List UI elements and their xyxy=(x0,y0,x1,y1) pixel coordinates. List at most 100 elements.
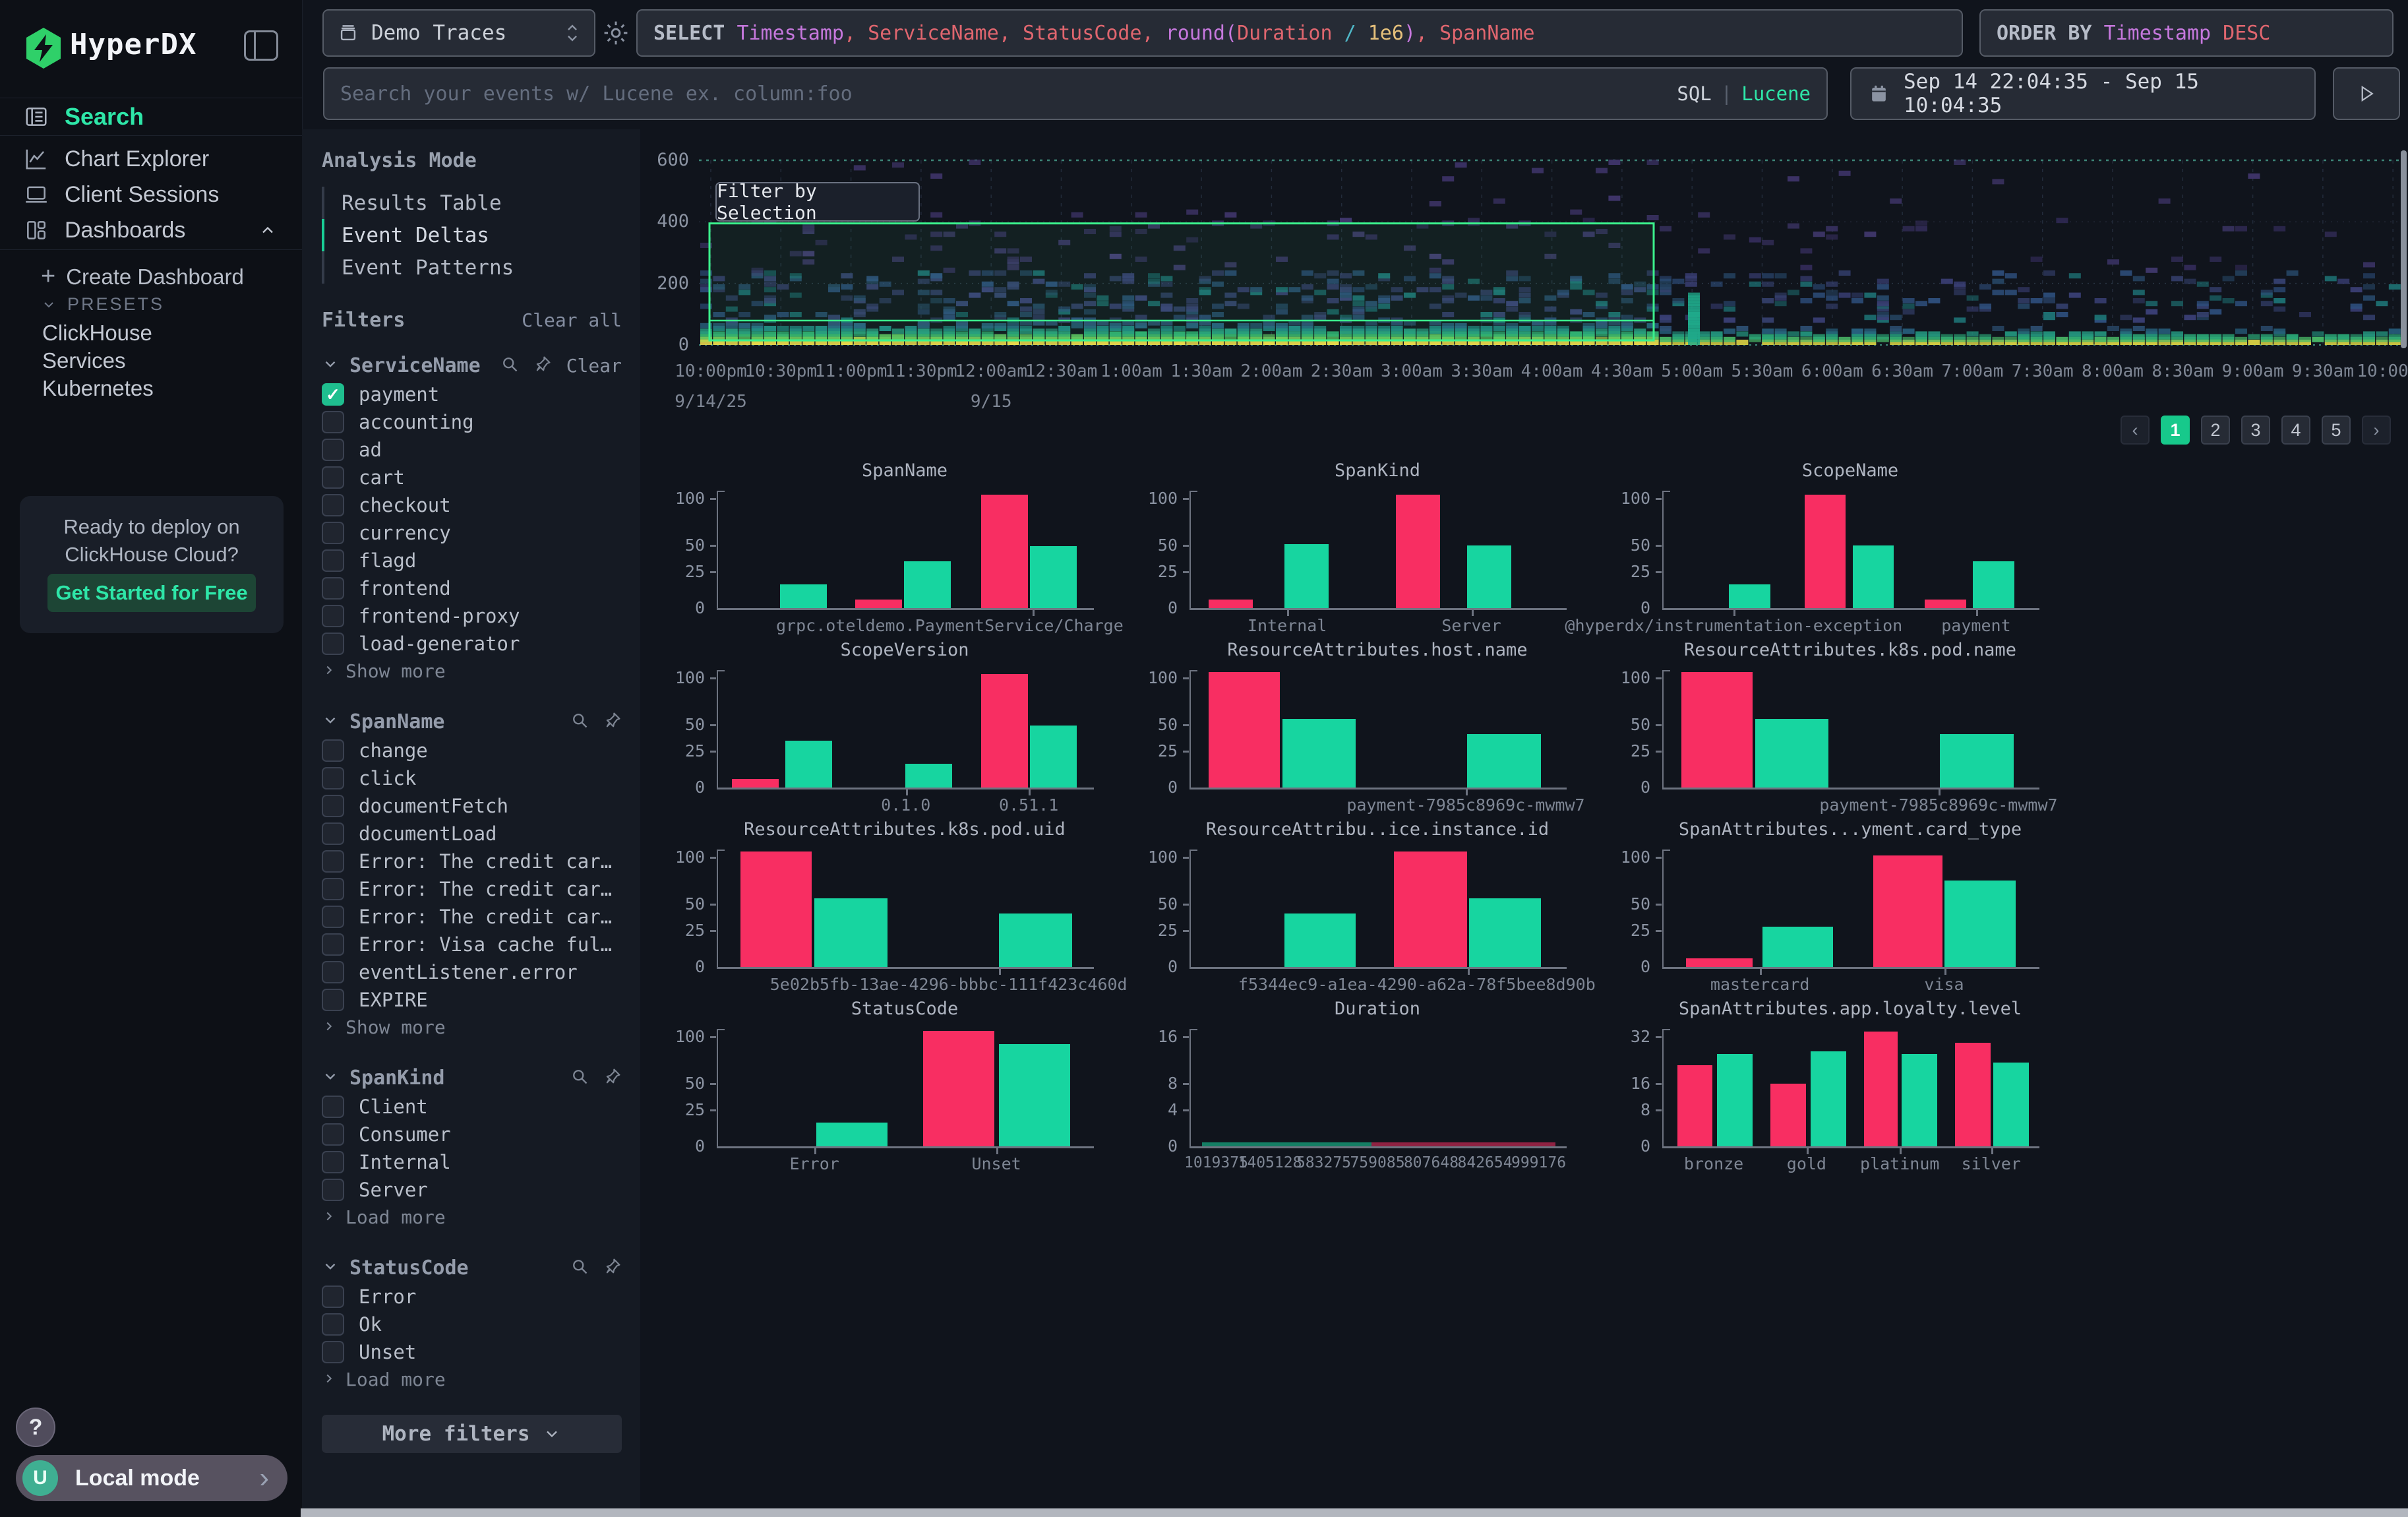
sidebar-item-search[interactable]: Search xyxy=(0,98,302,136)
gear-icon[interactable] xyxy=(601,18,630,47)
page-prev-button[interactable]: ‹ xyxy=(2121,416,2150,445)
checkbox[interactable] xyxy=(322,989,344,1011)
checkbox[interactable] xyxy=(322,494,344,516)
time-range-picker[interactable]: Sep 14 22:04:35 - Sep 15 10:04:35 xyxy=(1850,67,2316,120)
filter-group-show-more[interactable]: Show more xyxy=(322,1014,622,1040)
source-select[interactable]: Demo Traces xyxy=(322,9,595,57)
analysis-mode-option-event-patterns[interactable]: Event Patterns xyxy=(322,251,622,284)
page-button-2[interactable]: 2 xyxy=(2201,416,2230,445)
filter-option-currency[interactable]: currency xyxy=(322,519,622,547)
checkbox[interactable] xyxy=(322,522,344,544)
filter-option-frontend[interactable]: frontend xyxy=(322,574,622,602)
clear-all-button[interactable]: Clear all xyxy=(522,309,622,331)
checkbox[interactable] xyxy=(322,739,344,762)
filter-option-cart[interactable]: cart xyxy=(322,464,622,491)
checkbox[interactable] xyxy=(322,466,344,489)
checkbox[interactable] xyxy=(322,906,344,928)
pin-icon[interactable] xyxy=(603,711,622,733)
sidebar-collapse-icon[interactable] xyxy=(244,30,278,61)
filter-group-show-more[interactable]: Show more xyxy=(322,658,622,684)
page-button-1[interactable]: 1 xyxy=(2161,416,2190,445)
horizontal-scrollbar[interactable] xyxy=(301,1508,2408,1517)
chevron-down-icon[interactable] xyxy=(322,712,339,732)
checkbox[interactable] xyxy=(322,577,344,600)
lang-lucene[interactable]: Lucene xyxy=(1741,82,1811,105)
order-by-input[interactable]: ORDER BY Timestamp DESC xyxy=(1979,9,2393,57)
filter-option-error-the-credit-card-[interactable]: Error: The credit card (… xyxy=(322,848,622,875)
vertical-scrollbar[interactable] xyxy=(2401,150,2407,348)
run-query-button[interactable] xyxy=(2333,67,2400,120)
page-button-3[interactable]: 3 xyxy=(2241,416,2270,445)
checkbox[interactable] xyxy=(322,1341,344,1363)
filter-option-client[interactable]: Client xyxy=(322,1093,622,1121)
checkbox[interactable] xyxy=(322,633,344,655)
filter-option-server[interactable]: Server xyxy=(322,1176,622,1204)
search-input[interactable]: Search your events w/ Lucene ex. column:… xyxy=(323,67,1828,120)
get-started-button[interactable]: Get Started for Free xyxy=(47,574,256,612)
filter-option-documentload[interactable]: documentLoad xyxy=(322,820,622,848)
filter-option-expire[interactable]: EXPIRE xyxy=(322,986,622,1014)
sidebar-item-dashboards[interactable]: Dashboards xyxy=(0,212,302,248)
filter-option-eventlistener-error[interactable]: eventListener.error xyxy=(322,958,622,986)
chevron-down-icon[interactable] xyxy=(322,1068,339,1088)
filter-option-accounting[interactable]: accounting xyxy=(322,408,622,436)
checkbox[interactable] xyxy=(322,878,344,900)
filter-by-selection-button[interactable]: Filter by Selection xyxy=(715,182,920,222)
search-icon[interactable] xyxy=(570,711,589,733)
analysis-mode-option-results-table[interactable]: Results Table xyxy=(322,187,622,219)
page-next-button[interactable]: › xyxy=(2362,416,2391,445)
sidebar-item-services[interactable]: Services xyxy=(42,348,126,373)
page-button-5[interactable]: 5 xyxy=(2322,416,2351,445)
filter-option-documentfetch[interactable]: documentFetch xyxy=(322,792,622,820)
sidebar-item-chart-explorer[interactable]: Chart Explorer xyxy=(0,141,302,177)
account-menu[interactable]: U Local mode › xyxy=(16,1455,287,1501)
pin-icon[interactable] xyxy=(533,355,552,377)
events-heatmap[interactable] xyxy=(699,158,2401,350)
filter-option-payment[interactable]: ✓payment xyxy=(322,381,622,408)
filter-option-load-generator[interactable]: load-generator xyxy=(322,630,622,658)
chevron-down-icon[interactable] xyxy=(322,1258,339,1278)
filter-option-unset[interactable]: Unset xyxy=(322,1338,622,1366)
page-button-4[interactable]: 4 xyxy=(2281,416,2310,445)
filter-option-flagd[interactable]: flagd xyxy=(322,547,622,574)
checkbox[interactable] xyxy=(322,1285,344,1308)
checkbox[interactable] xyxy=(322,549,344,572)
chevron-down-icon[interactable] xyxy=(322,356,339,376)
checkbox[interactable] xyxy=(322,822,344,845)
filter-option-frontend-proxy[interactable]: frontend-proxy xyxy=(322,602,622,630)
sidebar-item-client-sessions[interactable]: Client Sessions xyxy=(0,177,302,212)
sql-select-input[interactable]: SELECT Timestamp, ServiceName, StatusCod… xyxy=(636,9,1963,57)
more-filters-button[interactable]: More filters xyxy=(322,1415,622,1453)
checkbox[interactable] xyxy=(322,933,344,956)
filter-group-clear-button[interactable]: Clear xyxy=(566,355,622,377)
checkbox[interactable] xyxy=(322,1123,344,1146)
create-dashboard-button[interactable]: + Create Dashboard xyxy=(41,263,244,291)
filter-option-error[interactable]: Error xyxy=(322,1283,622,1311)
filter-group-load-more[interactable]: Load more xyxy=(322,1366,622,1392)
filter-option-checkout[interactable]: checkout xyxy=(322,491,622,519)
sidebar-item-kubernetes[interactable]: Kubernetes xyxy=(42,376,154,401)
search-icon[interactable] xyxy=(570,1067,589,1089)
checkbox[interactable] xyxy=(322,850,344,873)
filter-option-error-the-credit-card-[interactable]: Error: The credit card (… xyxy=(322,875,622,903)
search-icon[interactable] xyxy=(570,1257,589,1279)
lang-sql[interactable]: SQL xyxy=(1677,82,1711,105)
checkbox[interactable] xyxy=(322,1151,344,1173)
checkbox[interactable] xyxy=(322,795,344,817)
sidebar-item-clickhouse[interactable]: ClickHouse xyxy=(42,321,152,346)
checkbox[interactable] xyxy=(322,439,344,461)
presets-section-toggle[interactable]: PRESETS xyxy=(41,294,164,315)
checkbox[interactable] xyxy=(322,411,344,433)
search-icon[interactable] xyxy=(500,355,519,377)
checkbox[interactable] xyxy=(322,605,344,627)
filter-option-internal[interactable]: Internal xyxy=(322,1148,622,1176)
pin-icon[interactable] xyxy=(603,1257,622,1279)
filter-option-error-the-credit-card-[interactable]: Error: The credit card (… xyxy=(322,903,622,931)
checkbox[interactable] xyxy=(322,767,344,789)
checkbox[interactable]: ✓ xyxy=(322,383,344,406)
analysis-mode-option-event-deltas[interactable]: Event Deltas xyxy=(322,219,622,251)
filter-option-error-visa-cache-full-[interactable]: Error: Visa cache full: … xyxy=(322,931,622,958)
pin-icon[interactable] xyxy=(603,1067,622,1089)
checkbox[interactable] xyxy=(322,961,344,983)
filter-option-click[interactable]: click xyxy=(322,764,622,792)
